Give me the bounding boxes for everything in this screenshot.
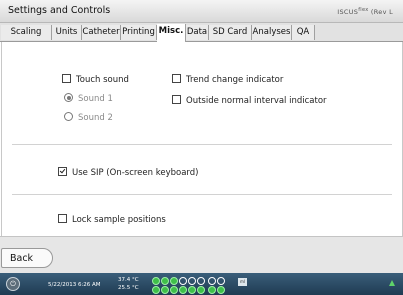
sound1-option[interactable]: Sound 1 xyxy=(64,93,113,104)
sound2-option[interactable]: Sound 2 xyxy=(64,112,113,123)
sound1-label: Sound 1 xyxy=(78,94,113,104)
use-sip-label: Use SIP (On-screen keyboard) xyxy=(72,168,199,178)
brand-superscript: flex xyxy=(358,7,369,13)
sound1-radio[interactable] xyxy=(64,93,73,102)
misc-panel: Touch sound Sound 1 Sound 2 Trend change… xyxy=(1,42,403,236)
status-temp-1: 37.4 °C xyxy=(118,277,139,283)
sample-indicator xyxy=(179,277,187,285)
lock-samples-label: Lock sample positions xyxy=(72,215,166,225)
footer-bar: Back xyxy=(0,236,403,274)
trend-change-checkbox[interactable] xyxy=(172,74,181,83)
window-title: Settings and Controls xyxy=(8,5,111,16)
brand-revision: (Rev L xyxy=(370,8,393,17)
brand-logo: ISCUSflex (Rev L xyxy=(337,7,393,16)
sample-indicator xyxy=(161,286,169,294)
sample-indicator xyxy=(170,286,178,294)
settings-window: Settings and Controls ISCUSflex (Rev L S… xyxy=(0,0,403,295)
sample-indicator xyxy=(217,286,225,294)
lock-samples-checkbox[interactable] xyxy=(58,214,67,223)
sample-indicator xyxy=(217,277,225,285)
outside-normal-option[interactable]: Outside normal interval indicator xyxy=(172,95,327,106)
touch-sound-label: Touch sound xyxy=(76,75,129,85)
power-icon[interactable]: ⏻ xyxy=(6,277,20,291)
back-button[interactable]: Back xyxy=(1,248,53,268)
tab-misc[interactable]: Misc. xyxy=(157,24,186,42)
status-temp-2: 25.5 °C xyxy=(118,285,139,291)
status-bar: ⏻ 5/22/2013 6:26 AM 37.4 °C 25.5 °C ml xyxy=(0,273,403,295)
sample-indicator xyxy=(188,277,196,285)
sample-indicator xyxy=(197,277,205,285)
tab-units[interactable]: Units xyxy=(52,25,82,40)
sample-indicator xyxy=(170,277,178,285)
trend-change-option[interactable]: Trend change indicator xyxy=(172,74,283,85)
tab-bar: Scaling Units Catheter Printing Misc. Da… xyxy=(0,23,403,42)
tab-scaling[interactable]: Scaling xyxy=(1,25,52,40)
outside-normal-label: Outside normal interval indicator xyxy=(186,96,327,106)
tab-analyses[interactable]: Analyses xyxy=(252,25,292,40)
sample-indicator xyxy=(197,286,205,294)
sample-indicator xyxy=(179,286,187,294)
arrow-up-icon xyxy=(389,280,395,286)
brand-name: ISCUS xyxy=(337,8,359,17)
status-datetime: 5/22/2013 6:26 AM xyxy=(48,282,101,288)
sample-indicator xyxy=(152,286,160,294)
sample-indicator xyxy=(161,277,169,285)
tab-sd-card[interactable]: SD Card xyxy=(209,25,252,40)
sound2-radio[interactable] xyxy=(64,112,73,121)
touch-sound-option[interactable]: Touch sound xyxy=(62,74,129,85)
section-divider xyxy=(12,194,392,195)
outside-normal-checkbox[interactable] xyxy=(172,95,181,104)
tab-qa[interactable]: QA xyxy=(292,25,315,40)
sound2-label: Sound 2 xyxy=(78,113,113,123)
tab-data[interactable]: Data xyxy=(186,25,209,40)
tab-catheter[interactable]: Catheter xyxy=(82,25,121,40)
sample-indicator xyxy=(188,286,196,294)
sample-indicator xyxy=(208,277,216,285)
lock-samples-option[interactable]: Lock sample positions xyxy=(58,214,166,225)
ml-icon: ml xyxy=(238,278,247,286)
trend-change-label: Trend change indicator xyxy=(186,75,284,85)
use-sip-checkbox[interactable] xyxy=(58,167,67,176)
tab-printing[interactable]: Printing xyxy=(121,25,157,40)
sample-indicator xyxy=(152,277,160,285)
title-bar: Settings and Controls ISCUSflex (Rev L xyxy=(0,0,403,23)
use-sip-option[interactable]: Use SIP (On-screen keyboard) xyxy=(58,167,198,178)
touch-sound-checkbox[interactable] xyxy=(62,74,71,83)
sample-indicator xyxy=(208,286,216,294)
section-divider xyxy=(12,144,392,145)
